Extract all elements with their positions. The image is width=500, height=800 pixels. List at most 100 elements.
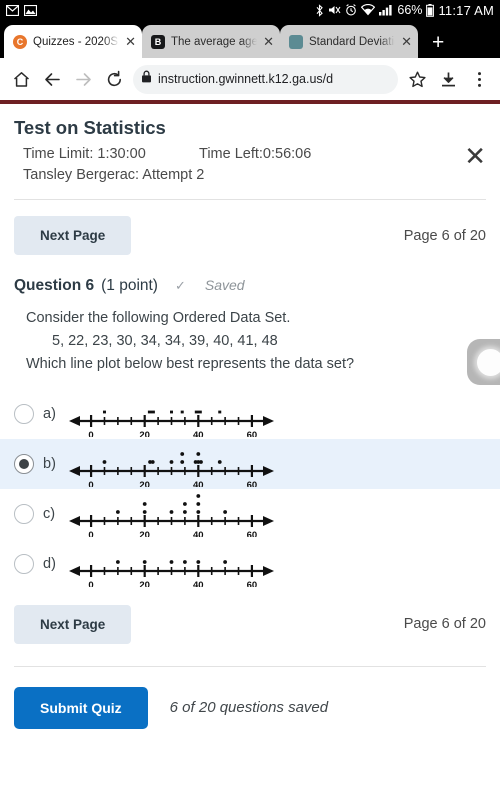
question-number: Question 6 <box>14 277 95 294</box>
quiz-timers: Time Limit: 1:30:00 Time Left:0:56:06 <box>14 146 486 162</box>
svg-text:20: 20 <box>139 580 150 587</box>
answer-option-letter: c) <box>43 505 56 522</box>
answer-option-letter: b) <box>43 455 56 472</box>
question-prompt-line1: Consider the following Ordered Data Set. <box>26 310 291 326</box>
svg-text:40: 40 <box>193 580 204 587</box>
page-indicator-top: Page 6 of 20 <box>403 227 486 244</box>
tab-close-icon[interactable]: ✕ <box>125 35 136 48</box>
browser-tab-standard-deviation[interactable]: Standard Deviatio ✕ <box>280 25 418 58</box>
option-d-line-plot: 0 20 40 60 <box>69 559 274 587</box>
svg-text:20: 20 <box>139 530 150 537</box>
questions-saved-label: 6 of 20 questions saved <box>169 699 329 717</box>
answer-options: a) 0 20 40 60 b) 0 20 40 60 c) 0 20 40 60 d) 0 20 40 60 <box>0 389 500 589</box>
submit-quiz-button[interactable]: Submit Quiz <box>14 686 148 729</box>
document-favicon-icon: B <box>151 34 165 49</box>
wifi-icon <box>361 4 376 16</box>
tab-title: The average age o <box>171 35 258 48</box>
question-prompt-line2: Which line plot below best represents th… <box>26 356 355 373</box>
quiz-page: Test on Statistics Time Limit: 1:30:00 T… <box>0 117 500 800</box>
saved-check-icon: ✓ <box>174 278 186 293</box>
answer-option-d[interactable]: d) 0 20 40 60 <box>0 539 500 589</box>
svg-text:0: 0 <box>88 430 93 437</box>
radio-button-a[interactable] <box>14 403 34 424</box>
assistive-touch-button[interactable] <box>467 339 500 385</box>
radio-button-d[interactable] <box>14 553 34 574</box>
battery-percent-label: 66% <box>397 3 423 17</box>
download-icon[interactable] <box>433 64 463 94</box>
browser-tab-strip: C Quizzes - 2020S2 ✕ B The average age o… <box>0 20 500 58</box>
option-c-line-plot: 0 20 40 60 <box>69 493 274 537</box>
question-data-set: 5, 22, 23, 30, 34, 34, 39, 40, 41, 48 <box>52 333 278 350</box>
browser-toolbar: instruction.gwinnett.k12.ga.us/d <box>0 58 500 100</box>
page-title: Test on Statistics <box>14 117 166 138</box>
url-text: instruction.gwinnett.k12.ga.us/d <box>158 72 334 86</box>
question-points: (1 point) <box>101 277 158 294</box>
saved-status-label: Saved <box>204 277 245 293</box>
divider <box>14 199 486 200</box>
svg-text:0: 0 <box>88 580 93 587</box>
tab-close-icon[interactable]: ✕ <box>263 35 274 48</box>
submit-row: Submit Quiz 6 of 20 questions saved <box>14 686 486 729</box>
svg-text:60: 60 <box>247 480 258 487</box>
svg-text:60: 60 <box>247 430 258 437</box>
next-page-button-top[interactable]: Next Page <box>14 216 132 255</box>
browser-tab-quizzes[interactable]: C Quizzes - 2020S2 ✕ <box>4 25 142 58</box>
status-clock: 11:17 AM <box>438 2 494 18</box>
option-b-line-plot: 0 20 40 60 <box>69 451 274 487</box>
new-tab-button[interactable]: + <box>432 32 444 53</box>
back-arrow-icon[interactable] <box>37 64 67 94</box>
browser-tab-average-age[interactable]: B The average age o ✕ <box>142 25 280 58</box>
page-indicator-bottom: Page 6 of 20 <box>403 616 486 633</box>
star-icon[interactable] <box>402 64 432 94</box>
assistive-touch-inner-icon <box>476 348 500 376</box>
overflow-menu-icon[interactable] <box>464 64 494 94</box>
svg-text:40: 40 <box>193 530 204 537</box>
home-icon[interactable] <box>6 64 36 94</box>
canvas-favicon-icon: C <box>13 34 27 49</box>
reload-icon[interactable] <box>99 64 129 94</box>
answer-option-a[interactable]: a) 0 20 40 60 <box>0 389 500 439</box>
svg-text:20: 20 <box>139 430 150 437</box>
answer-option-letter: a) <box>43 405 56 422</box>
battery-icon <box>426 3 435 17</box>
tab-title: Quizzes - 2020S2 <box>33 35 120 48</box>
answer-option-b[interactable]: b) 0 20 40 60 <box>0 438 500 489</box>
answer-option-letter: d) <box>43 555 56 572</box>
radio-selected-dot <box>19 458 29 469</box>
close-icon[interactable]: ✕ <box>464 143 486 169</box>
cellular-signal-icon <box>379 4 393 16</box>
top-nav-row: Next Page Page 6 of 20 <box>14 216 486 255</box>
radio-button-c[interactable] <box>14 503 34 524</box>
next-page-button-bottom[interactable]: Next Page <box>14 604 132 644</box>
footer-divider <box>14 665 486 667</box>
time-limit-label: Time Limit: 1:30:00 <box>23 146 146 162</box>
radio-button-b[interactable] <box>14 453 34 474</box>
svg-text:60: 60 <box>247 530 258 537</box>
vibrate-mute-icon <box>328 4 341 16</box>
site-accent-bar <box>0 100 500 104</box>
svg-text:60: 60 <box>247 580 258 587</box>
time-left-label: Time Left:0:56:06 <box>199 146 312 162</box>
question-body: Consider the following Ordered Data Set.… <box>14 307 486 377</box>
address-bar[interactable]: instruction.gwinnett.k12.ga.us/d <box>133 64 398 94</box>
image-favicon-icon <box>289 34 303 49</box>
option-a-line-plot: 0 20 40 60 <box>69 410 274 437</box>
bottom-nav-row: Next Page Page 6 of 20 <box>14 604 486 644</box>
attempt-label: Tansley Bergerac: Attempt 2 <box>23 167 205 183</box>
svg-text:40: 40 <box>193 430 204 437</box>
answer-option-c[interactable]: c) 0 20 40 60 <box>0 489 500 539</box>
tab-close-icon[interactable]: ✕ <box>401 35 412 48</box>
question-header: Question 6 (1 point) ✓ Saved <box>14 277 486 295</box>
lock-icon <box>141 70 152 88</box>
svg-text:0: 0 <box>88 530 93 537</box>
alarm-icon <box>345 4 357 16</box>
svg-text:0: 0 <box>88 480 93 487</box>
bluetooth-icon <box>315 3 324 17</box>
svg-text:20: 20 <box>139 480 150 487</box>
gmail-icon <box>6 4 19 16</box>
screenshot-icon <box>24 4 37 16</box>
tab-title: Standard Deviatio <box>309 35 396 48</box>
svg-text:40: 40 <box>193 480 204 487</box>
android-status-bar: 66% 11:17 AM <box>0 0 500 20</box>
forward-arrow-icon <box>68 64 98 94</box>
